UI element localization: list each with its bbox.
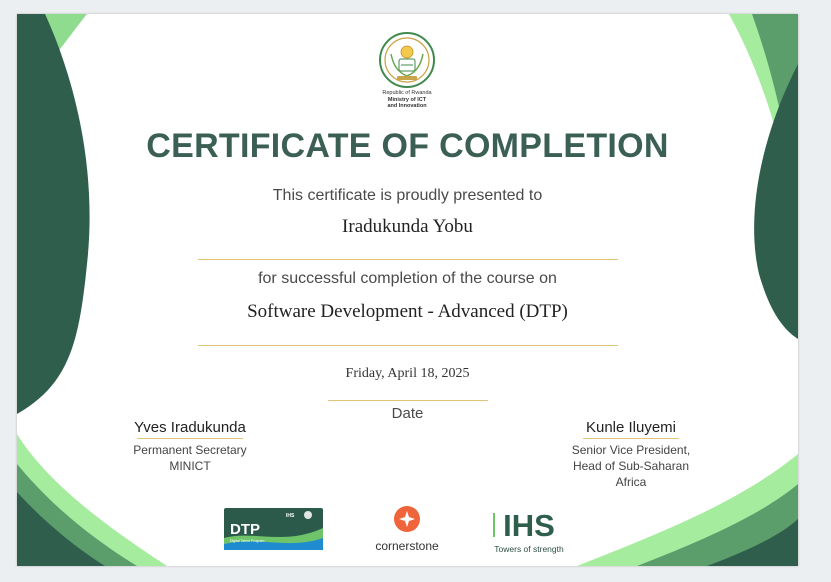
dtp-logo-badge: IHS bbox=[286, 513, 295, 519]
cornerstone-logo-text: cornerstone bbox=[375, 539, 439, 553]
dtp-logo: DTP Digital Talent Program IHS bbox=[224, 508, 323, 550]
signatory-role: Africa bbox=[615, 475, 647, 489]
ihs-logo-text: IHS bbox=[503, 508, 555, 540]
signatory-name: Yves Iradukunda bbox=[134, 419, 246, 436]
signature-line bbox=[583, 438, 679, 439]
cornerstone-logo: cornerstone bbox=[365, 505, 449, 553]
completion-text: for successful completion of the course … bbox=[258, 270, 557, 287]
course-divider bbox=[198, 345, 618, 346]
certificate-title: CERTIFICATE OF COMPLETION bbox=[146, 127, 669, 165]
presented-text: This certificate is proudly presented to bbox=[272, 187, 543, 204]
signatory-role: Senior Vice President, bbox=[571, 443, 691, 457]
recipient-name: Iradukunda Yobu bbox=[342, 216, 473, 237]
date-divider bbox=[328, 400, 488, 401]
recipient-divider bbox=[198, 259, 618, 260]
signatory-right: Kunle Iluyemi Senior Vice President, Hea… bbox=[541, 419, 721, 490]
issuer-name: Republic of Rwanda Ministry of ICT and I… bbox=[347, 90, 467, 110]
signatory-name: Kunle Iluyemi bbox=[585, 419, 677, 436]
completion-date: Friday, April 18, 2025 bbox=[345, 366, 470, 381]
ihs-logo: IHS Towers of strength bbox=[487, 508, 571, 554]
signatory-role: Head of Sub-Saharan bbox=[572, 459, 690, 473]
course-name: Software Development - Advanced (DTP) bbox=[247, 301, 568, 322]
rwanda-emblem-icon bbox=[377, 30, 437, 90]
certificate-page: Republic of Rwanda Ministry of ICT and I… bbox=[17, 14, 798, 566]
signatory-left: Yves Iradukunda Permanent Secretary MINI… bbox=[105, 419, 275, 474]
issuer-line-3: and Innovation bbox=[387, 103, 427, 109]
ihs-tagline: Towers of strength bbox=[494, 544, 564, 554]
cornerstone-mark-icon bbox=[394, 506, 420, 532]
dtp-logo-subtitle: Digital Talent Program bbox=[230, 539, 264, 543]
signature-line bbox=[137, 438, 243, 439]
dtp-logo-text: DTP bbox=[230, 521, 260, 538]
signatory-org: MINICT bbox=[169, 459, 211, 473]
signatory-role: Permanent Secretary bbox=[133, 443, 247, 457]
